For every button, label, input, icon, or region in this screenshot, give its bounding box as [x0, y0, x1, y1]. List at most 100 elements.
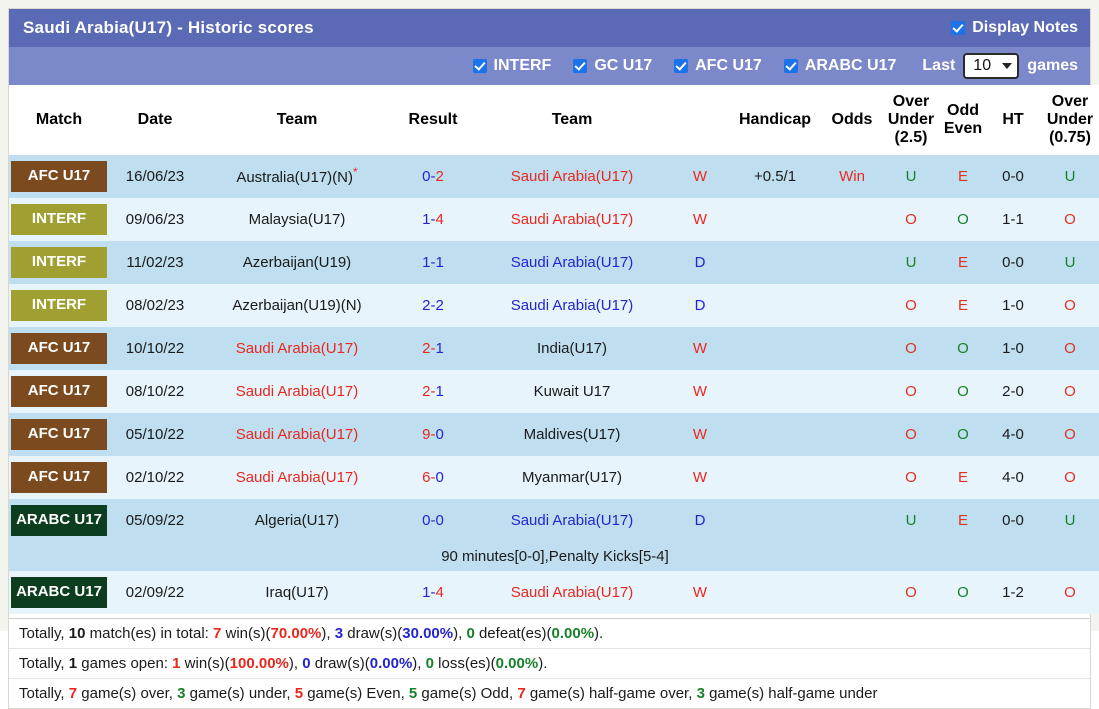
- cell-ht: 4-0: [987, 413, 1039, 456]
- cell-result: 0-2: [393, 155, 473, 198]
- cell-result: 6-0: [393, 456, 473, 499]
- cell-over-under-25: O: [883, 456, 939, 499]
- league-badge[interactable]: ARABC U17: [11, 505, 107, 536]
- sl2-open: 1: [69, 655, 77, 672]
- checkbox-gc-u17[interactable]: [573, 59, 587, 73]
- cell-date: 02/10/22: [109, 456, 201, 499]
- league-badge[interactable]: AFC U17: [11, 419, 107, 450]
- match-note-text: 90 minutes[0-0],Penalty Kicks[5-4]: [9, 542, 1099, 571]
- league-badge[interactable]: INTERF: [11, 204, 107, 235]
- col-header-handicap[interactable]: Handicap: [729, 85, 821, 155]
- table-row[interactable]: ARABC U1705/09/22Algeria(U17)0-0Saudi Ar…: [9, 499, 1099, 542]
- col-header-ht[interactable]: HT: [987, 85, 1039, 155]
- col-header-date[interactable]: Date: [109, 85, 201, 155]
- col-header-result[interactable]: Result: [393, 85, 473, 155]
- sl1-t8: ).: [594, 625, 603, 642]
- filter-gc-u17[interactable]: GC U17: [573, 57, 652, 75]
- display-notes-label: Display Notes: [972, 19, 1078, 37]
- league-badge[interactable]: INTERF: [11, 247, 107, 278]
- table-row[interactable]: INTERF11/02/23Azerbaijan(U19)1-1Saudi Ar…: [9, 241, 1099, 284]
- checkbox-arabc-u17[interactable]: [784, 59, 798, 73]
- cell-ht: 4-0: [987, 456, 1039, 499]
- cell-wdl: W: [671, 370, 729, 413]
- cell-team-home: Saudi Arabia(U17): [201, 327, 393, 370]
- sl3-over: 7: [69, 685, 77, 702]
- match-note-row: 90 minutes[0-0],Penalty Kicks[5-4]: [9, 542, 1099, 571]
- col-header-team-home[interactable]: Team: [201, 85, 393, 155]
- cell-team-away: Saudi Arabia(U17): [473, 155, 671, 198]
- table-row[interactable]: ARABC U1702/09/22Iraq(U17)1-4Saudi Arabi…: [9, 571, 1099, 614]
- cell-result: 9-0: [393, 413, 473, 456]
- league-badge[interactable]: AFC U17: [11, 161, 107, 192]
- cell-league[interactable]: ARABC U17: [9, 499, 109, 542]
- table-row[interactable]: AFC U1710/10/22Saudi Arabia(U17)2-1India…: [9, 327, 1099, 370]
- filter-label-arabc-u17: ARABC U17: [805, 57, 897, 75]
- cell-league[interactable]: AFC U17: [9, 456, 109, 499]
- sl2-draws: 0: [302, 655, 310, 672]
- league-badge[interactable]: AFC U17: [11, 333, 107, 364]
- filter-afc-u17[interactable]: AFC U17: [674, 57, 762, 75]
- title-bar: Saudi Arabia(U17) - Historic scores Disp…: [9, 9, 1090, 47]
- cell-ht: 2-0: [987, 370, 1039, 413]
- sl2-t7: loss(es)(: [434, 655, 496, 672]
- cell-wdl: D: [671, 284, 729, 327]
- table-header-row: Match Date Team Result Team Handicap Odd…: [9, 85, 1099, 155]
- table-row[interactable]: AFC U1708/10/22Saudi Arabia(U17)2-1Kuwai…: [9, 370, 1099, 413]
- col-header-over-under-075[interactable]: Over Under (0.75): [1039, 85, 1099, 155]
- cell-date: 11/02/23: [109, 241, 201, 284]
- table-row[interactable]: AFC U1716/06/23Australia(U17)(N)*0-2Saud…: [9, 155, 1099, 198]
- cell-league[interactable]: AFC U17: [9, 370, 109, 413]
- cell-league[interactable]: AFC U17: [9, 327, 109, 370]
- ou25-line3: (2.5): [895, 129, 928, 146]
- cell-team-home: Azerbaijan(U19): [201, 241, 393, 284]
- col-header-match[interactable]: Match: [9, 85, 109, 155]
- table-row[interactable]: INTERF09/06/23Malaysia(U17)1-4Saudi Arab…: [9, 198, 1099, 241]
- filter-interf[interactable]: INTERF: [473, 57, 552, 75]
- cell-odds: [821, 284, 883, 327]
- cell-ht: 0-0: [987, 499, 1039, 542]
- display-notes-checkbox[interactable]: [951, 21, 965, 35]
- table-row[interactable]: AFC U1705/10/22Saudi Arabia(U17)9-0Maldi…: [9, 413, 1099, 456]
- league-badge[interactable]: INTERF: [11, 290, 107, 321]
- sl2-t6: ),: [412, 655, 425, 672]
- league-badge[interactable]: AFC U17: [11, 462, 107, 493]
- cell-team-away: Saudi Arabia(U17): [473, 571, 671, 614]
- cell-over-under-25: O: [883, 198, 939, 241]
- table-row[interactable]: INTERF08/02/23Azerbaijan(U19)(N)2-2Saudi…: [9, 284, 1099, 327]
- cell-league[interactable]: ARABC U17: [9, 571, 109, 614]
- cell-team-away: Saudi Arabia(U17): [473, 284, 671, 327]
- cell-league[interactable]: INTERF: [9, 198, 109, 241]
- league-badge[interactable]: ARABC U17: [11, 577, 107, 608]
- cell-handicap: [729, 370, 821, 413]
- cell-over-under-25: U: [883, 499, 939, 542]
- ou075-line3: (0.75): [1049, 129, 1091, 146]
- cell-team-home: Algeria(U17): [201, 499, 393, 542]
- col-header-team-away[interactable]: Team: [473, 85, 671, 155]
- sl2-draw-pct: 0.00%: [370, 655, 413, 672]
- col-header-odds[interactable]: Odds: [821, 85, 883, 155]
- games-count-select[interactable]: 10: [963, 53, 1019, 79]
- filter-arabc-u17[interactable]: ARABC U17: [784, 57, 897, 75]
- cell-handicap: [729, 571, 821, 614]
- cell-wdl: W: [671, 571, 729, 614]
- sl1-t7: defeat(es)(: [475, 625, 552, 642]
- cell-league[interactable]: AFC U17: [9, 413, 109, 456]
- display-notes-control[interactable]: Display Notes: [951, 19, 1078, 37]
- oe-line2: Even: [944, 120, 982, 137]
- league-badge[interactable]: AFC U17: [11, 376, 107, 407]
- checkbox-interf[interactable]: [473, 59, 487, 73]
- cell-league[interactable]: AFC U17: [9, 155, 109, 198]
- cell-league[interactable]: INTERF: [9, 241, 109, 284]
- cell-ht: 1-0: [987, 284, 1039, 327]
- chevron-down-icon: [1002, 63, 1012, 69]
- cell-over-under-075: U: [1039, 499, 1099, 542]
- col-header-over-under-25[interactable]: Over Under (2.5): [883, 85, 939, 155]
- cell-league[interactable]: INTERF: [9, 284, 109, 327]
- cell-odds: [821, 456, 883, 499]
- cell-result: 1-4: [393, 571, 473, 614]
- sl3-t7: game(s) half-game under: [705, 685, 878, 702]
- summary-line-ou: Totally, 7 game(s) over, 3 game(s) under…: [9, 678, 1090, 708]
- checkbox-afc-u17[interactable]: [674, 59, 688, 73]
- table-row[interactable]: AFC U1702/10/22Saudi Arabia(U17)6-0Myanm…: [9, 456, 1099, 499]
- col-header-odd-even[interactable]: Odd Even: [939, 85, 987, 155]
